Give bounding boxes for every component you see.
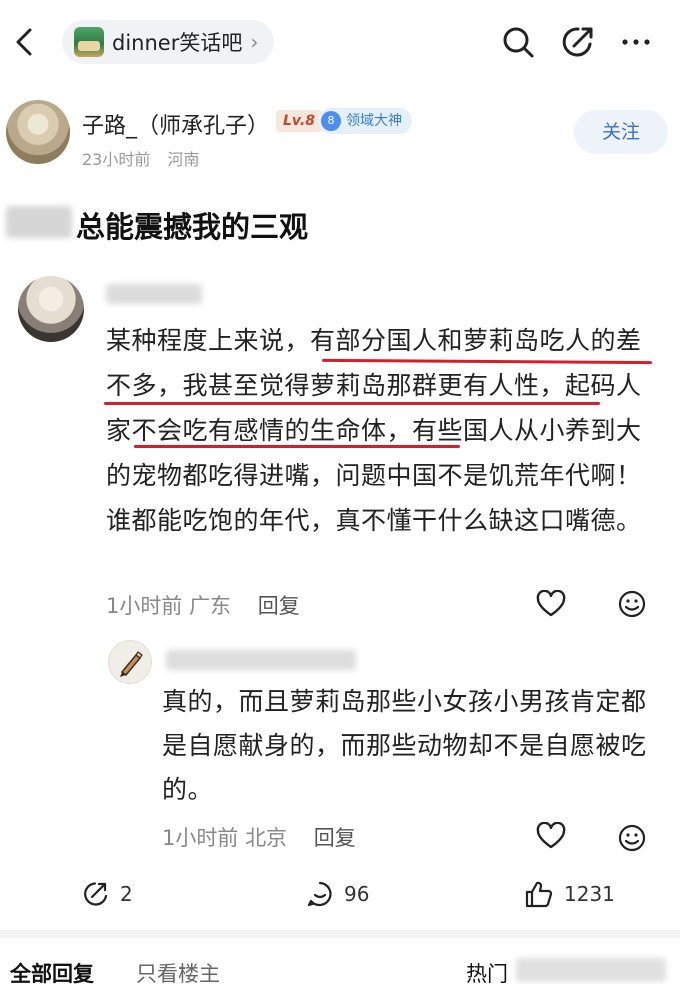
reply-button[interactable]: 回复: [314, 826, 356, 850]
tab-hot[interactable]: 热门: [466, 958, 508, 984]
more-options-icon[interactable]: [618, 24, 654, 60]
follow-button[interactable]: 关注: [574, 110, 668, 154]
redacted-commenter-name: [106, 284, 202, 304]
comment-time: 1小时前: [106, 594, 183, 618]
reply-button[interactable]: 回复: [258, 594, 300, 618]
emoji-icon[interactable]: [618, 590, 646, 618]
post-time: 23小时前: [82, 150, 151, 169]
forum-name: dinner笑话吧: [112, 31, 243, 55]
comment-meta: 1小时前 广东 回复: [106, 590, 300, 620]
forum-logo-icon: [74, 27, 104, 57]
domain-title: 领域大神: [346, 113, 402, 129]
post-location: 河南: [167, 150, 200, 169]
page-title: 总能震撼我的三观: [76, 210, 309, 244]
comment-count: 96: [344, 882, 370, 906]
share-count: 2: [120, 882, 133, 906]
highlight-underline: [134, 445, 460, 448]
top-nav-bar: dinner笑话吧 ›: [0, 0, 680, 86]
forum-link[interactable]: dinner笑话吧 ›: [62, 20, 275, 64]
share-action[interactable]: 2: [82, 876, 133, 912]
domain-level-icon: 8: [321, 111, 341, 131]
highlight-underline: [104, 402, 600, 405]
thumbs-up-icon: [525, 881, 553, 908]
author-name[interactable]: 子路_（师承孔子）: [82, 108, 269, 140]
post-author: 子路_（师承孔子） Lv.8 8 领域大神 23小时前 河南 关注: [0, 96, 680, 176]
redacted-sort-options: [516, 958, 666, 982]
comment-action[interactable]: 96: [306, 876, 369, 912]
share-icon[interactable]: [560, 24, 596, 60]
reply-time: 1小时前: [162, 826, 239, 850]
reply-location: 北京: [245, 826, 288, 850]
redacted-text: [6, 206, 72, 238]
comment-location: 广东: [189, 594, 232, 618]
heart-icon[interactable]: [536, 589, 566, 618]
reply-text: 真的，而且萝莉岛那些小女孩小男孩肯定都是自愿献身的，而那些动物却不是自愿被吃的。: [162, 687, 647, 804]
tab-op-only[interactable]: 只看楼主: [136, 958, 220, 984]
like-count: 1231: [564, 882, 615, 906]
avatar[interactable]: [6, 100, 70, 164]
back-arrow-icon[interactable]: [10, 24, 40, 60]
like-action[interactable]: 1231: [524, 876, 615, 912]
post-meta: 23小时前 河南: [82, 146, 199, 170]
commenter-avatar[interactable]: [18, 276, 84, 342]
section-divider: [0, 930, 680, 938]
search-icon[interactable]: [500, 24, 536, 60]
chevron-right-icon: ›: [250, 30, 259, 54]
heart-icon[interactable]: [536, 821, 566, 850]
tab-all-replies[interactable]: 全部回复: [10, 958, 94, 984]
comment-icon: [307, 881, 332, 907]
share-icon: [84, 882, 108, 906]
emoji-icon[interactable]: [618, 824, 646, 852]
level-badge: Lv.8: [276, 110, 322, 132]
redacted-replier-name: [166, 650, 356, 670]
replier-avatar[interactable]: [108, 640, 152, 684]
reply-meta: 1小时前 北京 回复: [162, 822, 356, 852]
domain-badge[interactable]: 8 领域大神: [318, 108, 412, 134]
comment-text: 某种程度上来说，有部分国人和萝莉岛吃人的差不多，我甚至觉得萝莉岛那群更有人性，起…: [106, 326, 642, 535]
